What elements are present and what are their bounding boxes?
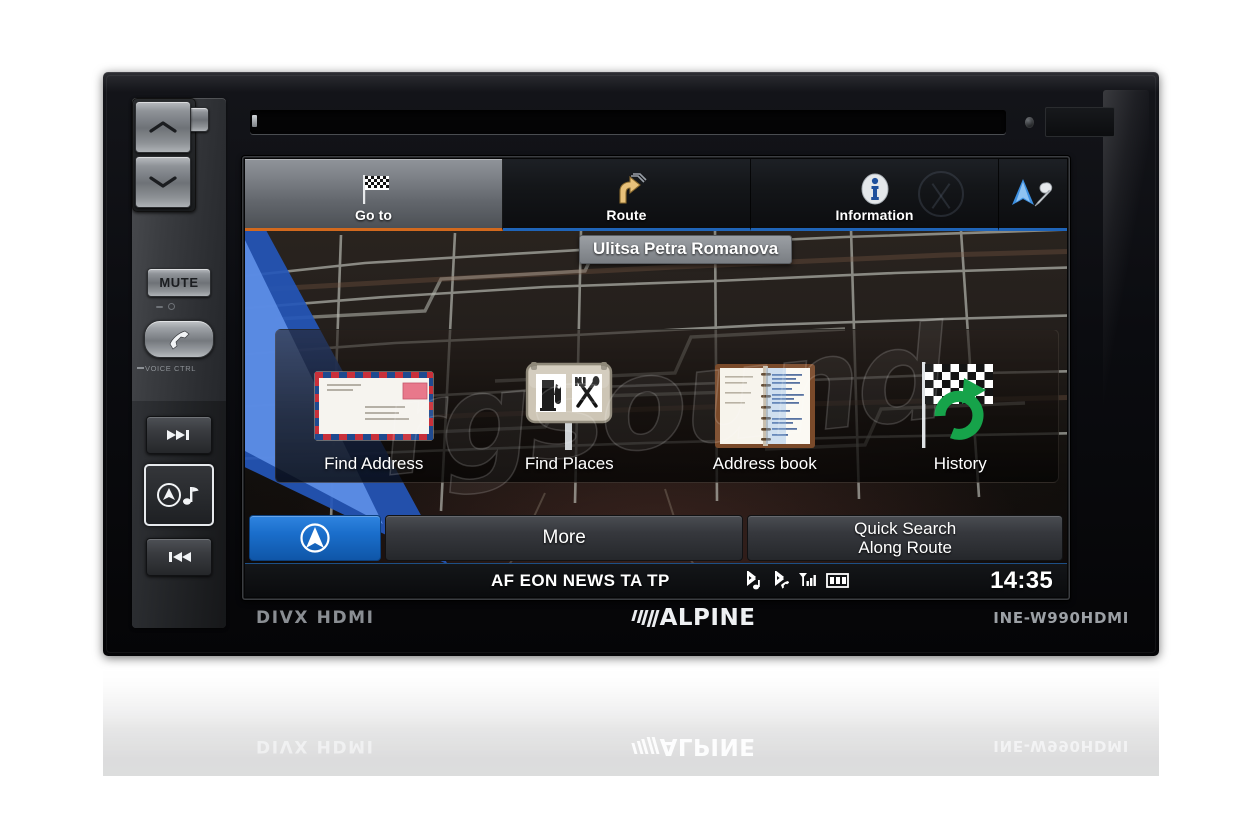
nav-audio-toggle-button[interactable] bbox=[144, 464, 214, 526]
route-arrow-icon bbox=[607, 172, 647, 206]
quick-search-along-route-button[interactable]: Quick Search Along Route bbox=[747, 515, 1063, 561]
codec-badges: DIVX HDMI bbox=[256, 608, 375, 628]
status-icon-group bbox=[742, 570, 850, 591]
more-button-label: More bbox=[542, 527, 586, 549]
surface-reflection: DIVX HDMI ALPINE INE-W990HDMI bbox=[103, 658, 1159, 776]
notebook-icon bbox=[709, 360, 821, 452]
power-indicator bbox=[156, 303, 175, 310]
power-circle-icon bbox=[168, 303, 175, 310]
volume-rocker[interactable] bbox=[132, 98, 196, 212]
nav-settings-icon bbox=[1005, 176, 1061, 210]
menu-item-address-book[interactable]: Address book bbox=[667, 330, 863, 482]
mute-button[interactable]: MUTE bbox=[147, 268, 211, 297]
tab-route-label: Route bbox=[606, 207, 647, 223]
phone-handset-icon bbox=[169, 330, 190, 350]
alpine-slashes-icon bbox=[629, 609, 660, 627]
street-name-bubble: Ulitsa Petra Romanova bbox=[579, 235, 793, 264]
menu-label-address-book: Address book bbox=[712, 454, 817, 473]
ir-sensor-icon bbox=[1025, 117, 1034, 128]
menu-item-history[interactable]: History bbox=[863, 330, 1059, 482]
nav-home-button[interactable] bbox=[249, 515, 381, 561]
alpine-wordmark: ALPINE bbox=[659, 605, 756, 631]
status-bar: AF EON NEWS TA TP 14:35 bbox=[245, 563, 1067, 597]
next-track-button[interactable] bbox=[146, 416, 212, 454]
model-number: INE-W990HDMI bbox=[993, 609, 1129, 627]
menu-label-find-places: Find Places bbox=[524, 454, 614, 473]
head-unit-body: MUTE VOICE CTRL Go to Route Information … bbox=[103, 72, 1159, 656]
tab-nav-settings[interactable] bbox=[999, 159, 1067, 231]
quick-search-line2: Along Route bbox=[858, 538, 952, 557]
brand-strip: DIVX HDMI ALPINE INE-W990HDMI bbox=[242, 598, 1145, 638]
menu-label-find-address: Find Address bbox=[324, 454, 424, 473]
volume-up-button[interactable] bbox=[135, 101, 191, 153]
screenshot-root: MUTE VOICE CTRL Go to Route Information … bbox=[0, 0, 1260, 840]
reflection-alpine-slashes-icon bbox=[629, 737, 660, 755]
bezel-gloss-right bbox=[1103, 90, 1149, 560]
nav-music-icon bbox=[157, 483, 199, 507]
mute-button-label: MUTE bbox=[159, 275, 199, 290]
bluetooth-audio-icon bbox=[747, 570, 760, 589]
prev-track-icon bbox=[169, 552, 191, 562]
reflection-model-number: INE-W990HDMI bbox=[993, 737, 1129, 755]
tab-route[interactable]: Route bbox=[503, 159, 751, 231]
battery-icon bbox=[826, 573, 849, 588]
clock-display: 14:35 bbox=[990, 566, 1053, 594]
ghost-compass-watermark-icon bbox=[918, 171, 964, 217]
physical-button-column: MUTE VOICE CTRL bbox=[132, 98, 226, 628]
menu-item-find-places[interactable]: Find Places bbox=[472, 330, 668, 482]
display-frame: Go to Route Information Ulitsa Petra Rom… bbox=[242, 156, 1070, 600]
poi-sign-icon bbox=[517, 360, 621, 452]
reflection-brand-strip: DIVX HDMI ALPINE INE-W990HDMI bbox=[242, 726, 1145, 766]
top-right-panel bbox=[1045, 107, 1115, 137]
quick-search-line1: Quick Search bbox=[854, 518, 957, 538]
tab-information-label: Information bbox=[835, 207, 914, 223]
reflection-codec-badges: DIVX HDMI bbox=[256, 736, 375, 756]
alpine-logo: ALPINE bbox=[629, 605, 756, 631]
reflection-alpine-logo: ALPINE bbox=[629, 733, 756, 759]
info-icon bbox=[858, 172, 892, 206]
disc-slot[interactable] bbox=[250, 110, 1006, 134]
bezel-gloss-top bbox=[103, 72, 1159, 92]
rds-status-text: AF EON NEWS TA TP bbox=[491, 570, 670, 590]
power-dash-icon bbox=[156, 305, 163, 308]
tab-go-to-label: Go to bbox=[354, 207, 393, 223]
signal-bars-icon bbox=[799, 572, 816, 586]
prev-track-button[interactable] bbox=[146, 538, 212, 576]
chevron-down-icon bbox=[149, 176, 177, 188]
menu-label-history: History bbox=[933, 454, 987, 473]
compass-arrow-icon bbox=[300, 523, 330, 553]
bluetooth-phone-icon bbox=[775, 570, 789, 589]
checkered-flag-icon bbox=[354, 172, 394, 206]
tab-information[interactable]: Information bbox=[751, 159, 999, 231]
tab-go-to[interactable]: Go to bbox=[245, 159, 503, 231]
reflection-alpine-wordmark: ALPINE bbox=[659, 733, 756, 759]
disc-slot-area bbox=[242, 96, 1145, 156]
main-menu-panel: Find Address Find Places Address book Hi… bbox=[275, 329, 1059, 483]
next-track-icon bbox=[167, 430, 189, 440]
volume-down-button[interactable] bbox=[135, 156, 191, 208]
envelope-icon bbox=[313, 360, 435, 452]
menu-item-find-address[interactable]: Find Address bbox=[276, 330, 472, 482]
chevron-up-icon bbox=[149, 121, 177, 133]
flag-refresh-icon bbox=[906, 360, 1014, 452]
nav-tab-bar: Go to Route Information bbox=[245, 159, 1067, 231]
bottom-action-bar: More Quick Search Along Route bbox=[249, 515, 1063, 561]
phone-button[interactable] bbox=[144, 320, 214, 358]
display-screen[interactable]: Go to Route Information Ulitsa Petra Rom… bbox=[245, 159, 1067, 597]
voice-ctrl-dash-icon bbox=[137, 367, 144, 369]
voice-ctrl-label: VOICE CTRL bbox=[145, 364, 197, 373]
more-button[interactable]: More bbox=[385, 515, 744, 561]
